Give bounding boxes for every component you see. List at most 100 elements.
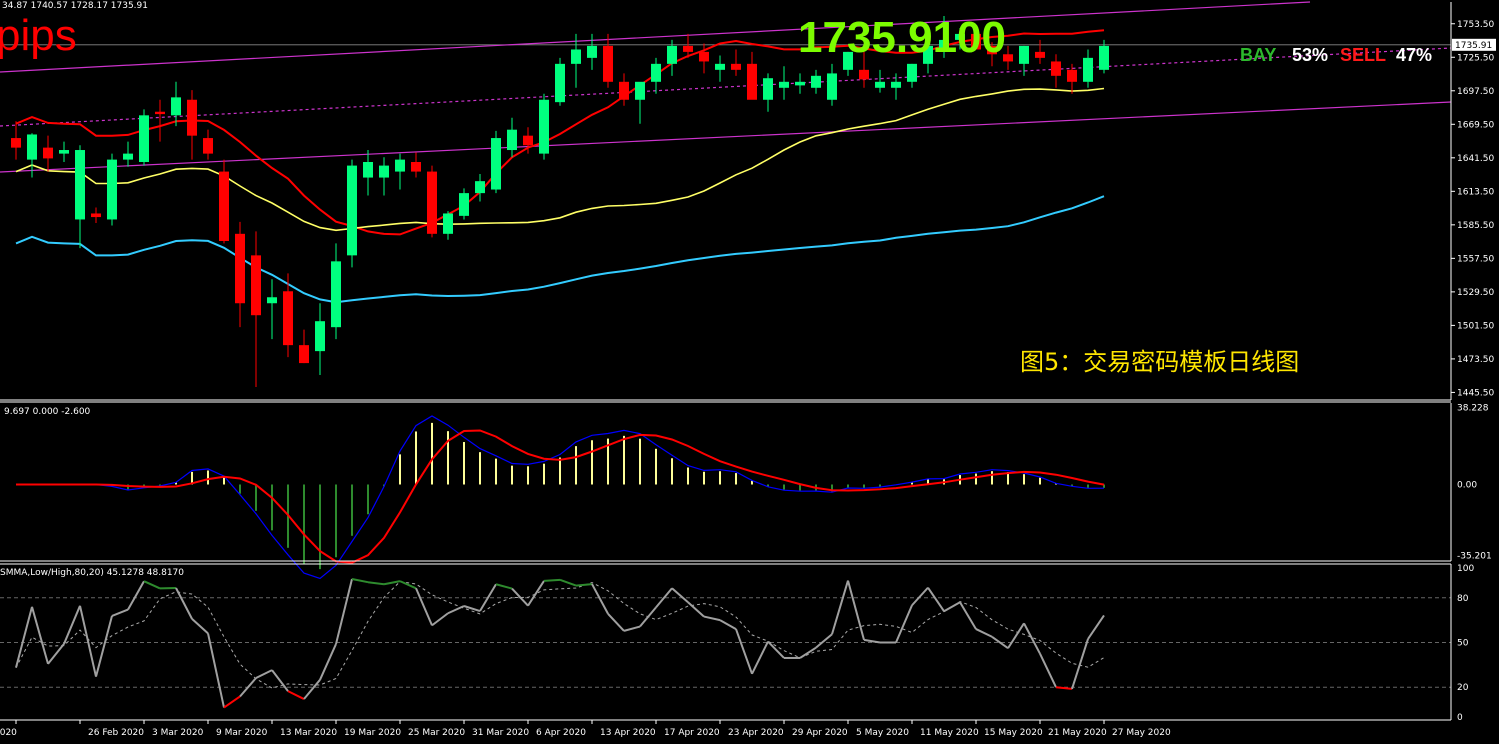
y-tick-label: 1473.50 — [1457, 355, 1494, 365]
x-tick-label: 21 May 2020 — [1048, 728, 1107, 738]
candle-body — [1067, 69, 1077, 82]
candle-body — [1099, 45, 1109, 70]
candle-body — [779, 81, 789, 88]
x-tick-label: 23 Apr 2020 — [728, 728, 784, 738]
oscillator-segment — [831, 580, 849, 635]
oscillator-segment — [223, 695, 241, 709]
oscillator-segment — [623, 625, 641, 632]
chart-caption: 图5：交易密码模板日线图 — [1020, 348, 1300, 376]
x-tick-label: 2020 — [0, 728, 17, 738]
oscillator-segment — [943, 601, 961, 613]
candle-body — [235, 233, 245, 304]
oscillator-segment — [671, 587, 689, 604]
y-tick-label: 1529.50 — [1457, 288, 1494, 298]
oscillator-segment — [191, 618, 209, 635]
oscillator-segment — [463, 605, 481, 612]
candle-body — [107, 159, 117, 220]
candle-body — [491, 138, 501, 190]
sell-label: SELL — [1340, 45, 1387, 65]
oscillator-segment — [591, 583, 609, 615]
candle-body — [683, 45, 693, 52]
candle-body — [123, 153, 133, 160]
candle-body — [251, 255, 261, 316]
y-tick-label: 1501.50 — [1457, 321, 1494, 331]
oscillator-segment — [735, 628, 753, 675]
y-tick-label: 1585.50 — [1457, 221, 1494, 231]
oscillator-segment — [959, 601, 977, 630]
oscillator-segment — [895, 604, 913, 643]
channel-line — [0, 1, 1311, 73]
oscillator-segment — [415, 587, 433, 626]
oscillator-segment — [607, 613, 625, 632]
macd-y-tick-label: 38.228 — [1457, 404, 1489, 414]
oscillator-segment — [815, 633, 833, 649]
candle-body — [1019, 45, 1029, 64]
oscillator-segment — [495, 583, 513, 590]
macd-label: 9.697 0.000 -2.600 — [4, 407, 91, 417]
candle-body — [507, 129, 517, 151]
current-price-tag-label: 1735.91 — [1455, 41, 1492, 51]
y-tick-label: 1725.50 — [1457, 53, 1494, 63]
candle-body — [155, 111, 165, 115]
candle-body — [363, 162, 373, 178]
candle-body — [379, 165, 389, 178]
oscillator-segment — [543, 578, 561, 582]
macd-main-line — [16, 415, 1105, 580]
candle-body — [443, 213, 453, 234]
x-tick-label: 11 May 2020 — [920, 728, 979, 738]
oscillator-segment — [911, 586, 929, 606]
oscillator-label: SMMA,Low/High,80,20) 45.1278 48.8170 — [0, 568, 184, 578]
oscillator-segment — [351, 577, 369, 584]
oscillator-pane[interactable] — [0, 577, 1451, 709]
oscillator-segment — [127, 580, 145, 611]
oscillator-segment — [975, 628, 993, 638]
oscillator-segment — [799, 646, 817, 659]
x-tick-label: 27 May 2020 — [1112, 728, 1171, 738]
candle-body — [11, 138, 21, 148]
x-tick-label: 26 Feb 2020 — [88, 728, 144, 738]
x-tick-label: 25 Mar 2020 — [408, 728, 465, 738]
oscillator-segment — [511, 587, 529, 607]
candle-body — [1083, 57, 1093, 82]
candle-body — [1051, 61, 1061, 76]
candle-body — [731, 63, 741, 70]
oscillator-segment — [47, 643, 65, 665]
oscillator-segment — [335, 578, 353, 645]
macd-pane[interactable] — [16, 415, 1105, 580]
ohlc-readout: 34.87 1740.57 1728.17 1735.91 — [2, 1, 148, 11]
candle-body — [523, 135, 533, 146]
price-pane[interactable] — [0, 1, 1452, 388]
oscillator-segment — [303, 679, 321, 700]
y-tick-label: 1753.50 — [1457, 20, 1494, 30]
candle-body — [475, 181, 485, 194]
oscillator-segment — [927, 587, 945, 612]
cyan-moving-average — [15, 195, 1105, 304]
y-tick-label: 1697.50 — [1457, 87, 1494, 97]
oscillator-segment — [703, 615, 721, 622]
oscillator-segment — [1055, 686, 1073, 690]
bay-percent: 53% — [1292, 45, 1329, 65]
candle-body — [59, 150, 69, 154]
oscillator-segment — [95, 615, 113, 677]
candle-body — [859, 69, 869, 80]
candle-body — [747, 63, 757, 100]
oscillator-segment — [431, 612, 449, 627]
x-tick-label: 6 Apr 2020 — [536, 728, 586, 738]
oscillator-segment — [527, 580, 545, 607]
oscillator-segment — [255, 669, 273, 679]
candle-body — [427, 171, 437, 234]
oscillator-y-tick-label: 80 — [1457, 594, 1469, 604]
y-tick-label: 1445.50 — [1457, 388, 1494, 398]
pips-label: pips — [0, 11, 77, 60]
oscillator-segment — [1023, 622, 1041, 655]
candle-body — [635, 81, 645, 100]
x-tick-label: 17 Apr 2020 — [664, 728, 720, 738]
sell-percent: 47% — [1396, 45, 1433, 65]
oscillator-segment — [271, 669, 289, 692]
x-tick-label: 9 Mar 2020 — [216, 728, 268, 738]
oscillator-segment — [639, 606, 657, 628]
x-tick-label: 13 Apr 2020 — [600, 728, 656, 738]
candle-body — [555, 63, 565, 103]
candle-body — [587, 45, 597, 58]
candle-body — [667, 45, 677, 64]
